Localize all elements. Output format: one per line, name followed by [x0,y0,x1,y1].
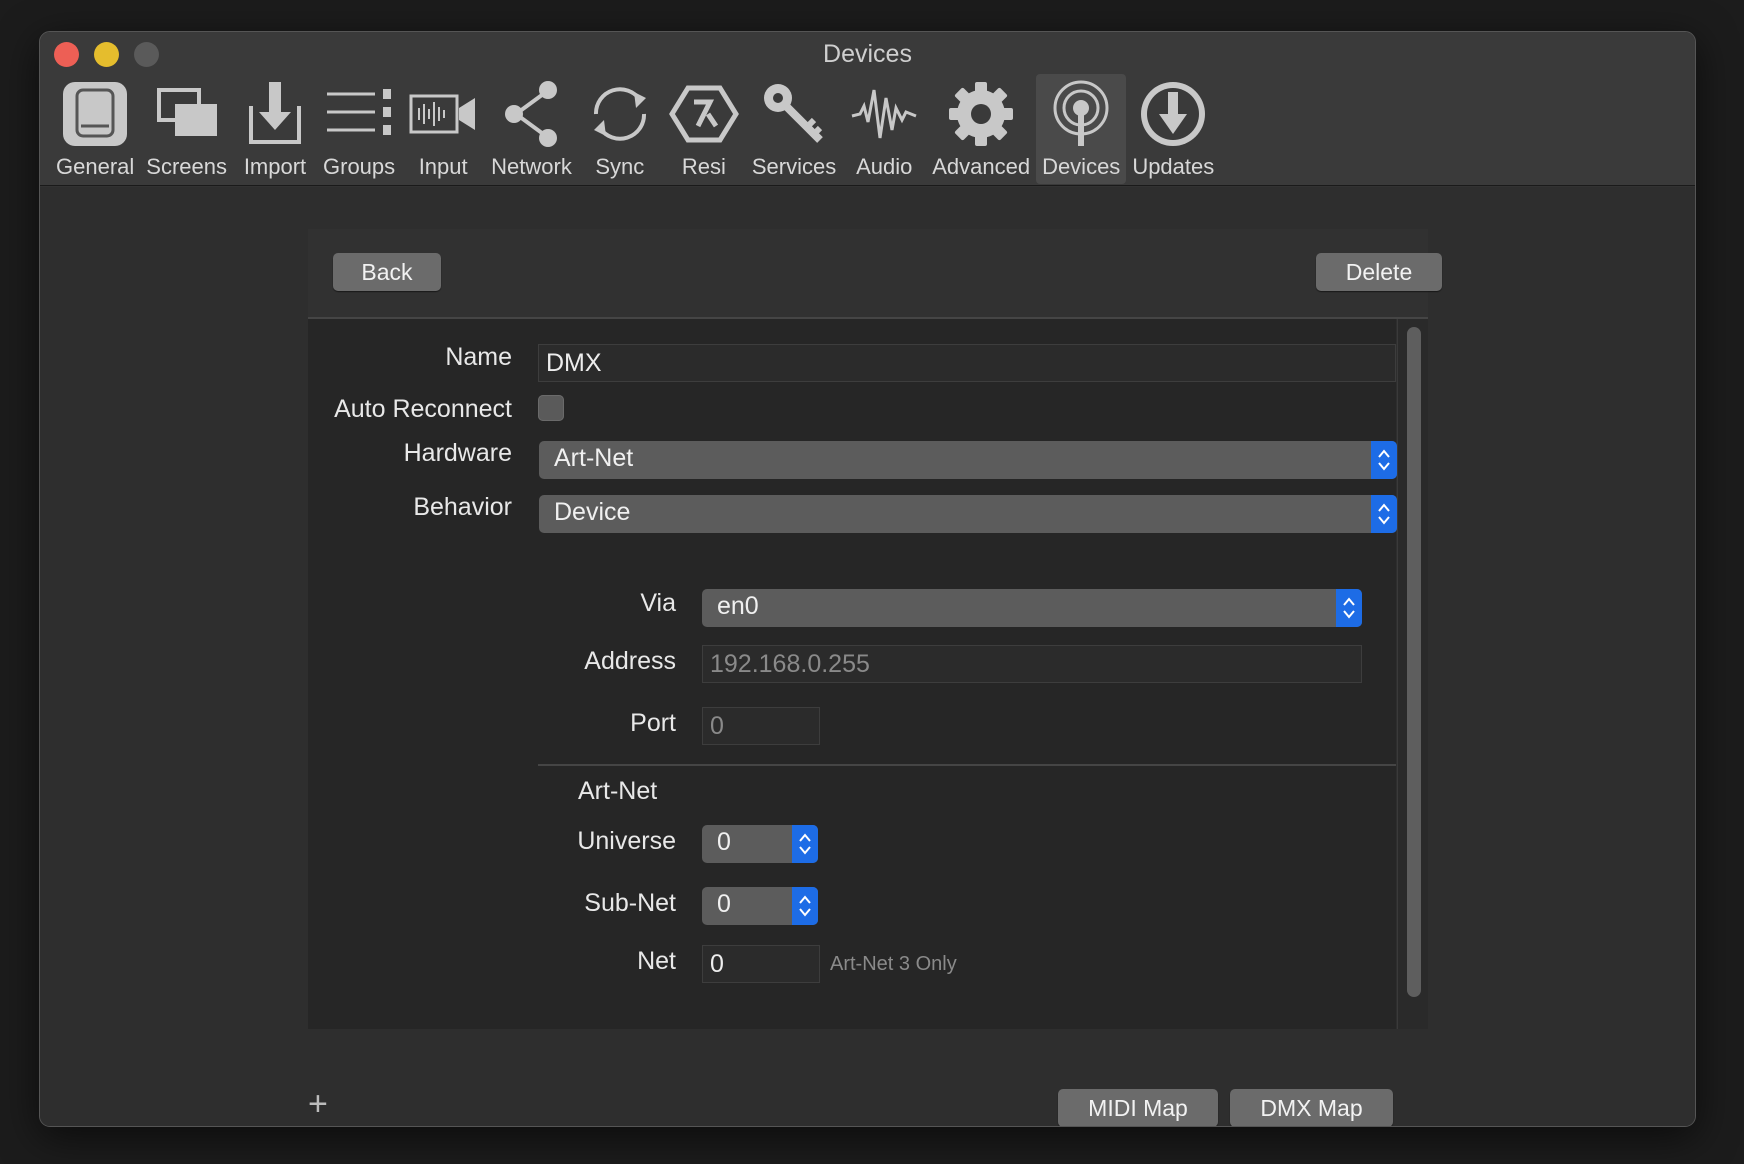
hardware-select-value: Art-Net [554,444,634,472]
net-label: Net [637,947,676,975]
universe-select-value: 0 [717,828,731,856]
behavior-label: Behavior [413,493,512,521]
name-label: Name [445,343,512,371]
form-scrollbar[interactable] [1397,319,1428,1029]
audio-waveform-icon [851,89,917,139]
midi-map-button[interactable]: MIDI Map [1058,1089,1218,1126]
up-down-chevron-icon [1378,503,1390,525]
name-field[interactable]: DMX [538,344,1396,382]
general-icon [63,82,128,146]
tab-advanced[interactable]: Advanced [926,74,1036,184]
delete-button[interactable]: Delete [1316,253,1442,291]
up-down-chevron-icon [799,833,811,855]
tab-screens[interactable]: Screens [140,74,233,184]
via-label: Via [640,589,676,617]
tab-services[interactable]: Services [746,74,842,184]
net-field[interactable]: 0 [702,945,820,983]
behavior-select[interactable]: Device [539,495,1397,533]
scrollbar-thumb[interactable] [1407,327,1421,997]
tab-sync[interactable]: Sync [578,74,662,184]
net-note: Art-Net 3 Only [830,953,957,975]
devices-content: Back Delete Name DMX Auto Reconnect Hard… [40,187,1695,1126]
tab-resi[interactable]: Resi [662,74,746,184]
hardware-select[interactable]: Art-Net [539,441,1397,479]
preferences-toolbar: General Screens Import Groups Input Netw… [50,74,1220,186]
subnet-select-value: 0 [717,890,731,918]
behavior-select-value: Device [554,498,631,526]
tab-network[interactable]: Network [485,74,578,184]
devices-broadcast-icon [1053,80,1109,146]
resi-icon [668,85,739,143]
add-device-button[interactable]: + [308,1085,328,1124]
universe-select[interactable]: 0 [702,825,818,863]
universe-label: Universe [577,827,676,855]
hardware-label: Hardware [403,439,512,467]
up-down-chevron-icon [1378,449,1390,471]
subnet-label: Sub-Net [584,889,676,917]
artnet-section-heading: Art-Net [578,777,658,805]
updates-download-icon [1141,82,1206,146]
subnet-stepper[interactable] [792,887,818,925]
via-select[interactable]: en0 [702,589,1362,627]
section-divider [538,764,1396,766]
preferences-window: Devices General Screens Import Groups In… [39,31,1696,1127]
import-icon [249,82,301,144]
sync-icon [593,87,646,141]
port-label: Port [630,709,676,737]
up-down-chevron-icon [799,895,811,917]
input-icon [409,94,476,134]
services-key-icon [764,84,823,143]
device-detail-panel: Back Delete Name DMX Auto Reconnect Hard… [308,229,1442,1029]
via-select-value: en0 [717,592,759,620]
device-settings-form: Name DMX Auto Reconnect Hardware Art-Net [308,319,1397,1029]
screens-icon [156,88,217,136]
tab-input[interactable]: Input [401,74,485,184]
auto-reconnect-checkbox[interactable] [538,395,564,421]
tab-audio[interactable]: Audio [842,74,926,184]
tab-import[interactable]: Import [233,74,317,184]
universe-stepper[interactable] [792,825,818,863]
window-title: Devices [823,40,912,68]
tab-general[interactable]: General [50,74,140,184]
auto-reconnect-label: Auto Reconnect [334,395,512,423]
behavior-select-arrows [1371,495,1397,533]
hardware-select-arrows [1371,441,1397,479]
titlebar: Devices General Screens Import Groups In… [40,32,1695,186]
device-panel-header: Back Delete [308,229,1442,319]
network-icon [504,81,557,147]
up-down-chevron-icon [1343,597,1355,619]
back-button[interactable]: Back [333,253,441,291]
tab-groups[interactable]: Groups [317,74,401,184]
via-select-arrows [1336,589,1362,627]
subnet-select[interactable]: 0 [702,887,818,925]
address-field[interactable]: 192.168.0.255 [702,645,1362,683]
address-label: Address [584,647,676,675]
tab-updates[interactable]: Updates [1126,74,1220,184]
groups-icon [327,89,392,135]
gear-icon [949,82,1014,146]
tab-devices[interactable]: Devices [1036,74,1127,184]
dmx-map-button[interactable]: DMX Map [1230,1089,1393,1126]
port-field[interactable]: 0 [702,707,820,745]
